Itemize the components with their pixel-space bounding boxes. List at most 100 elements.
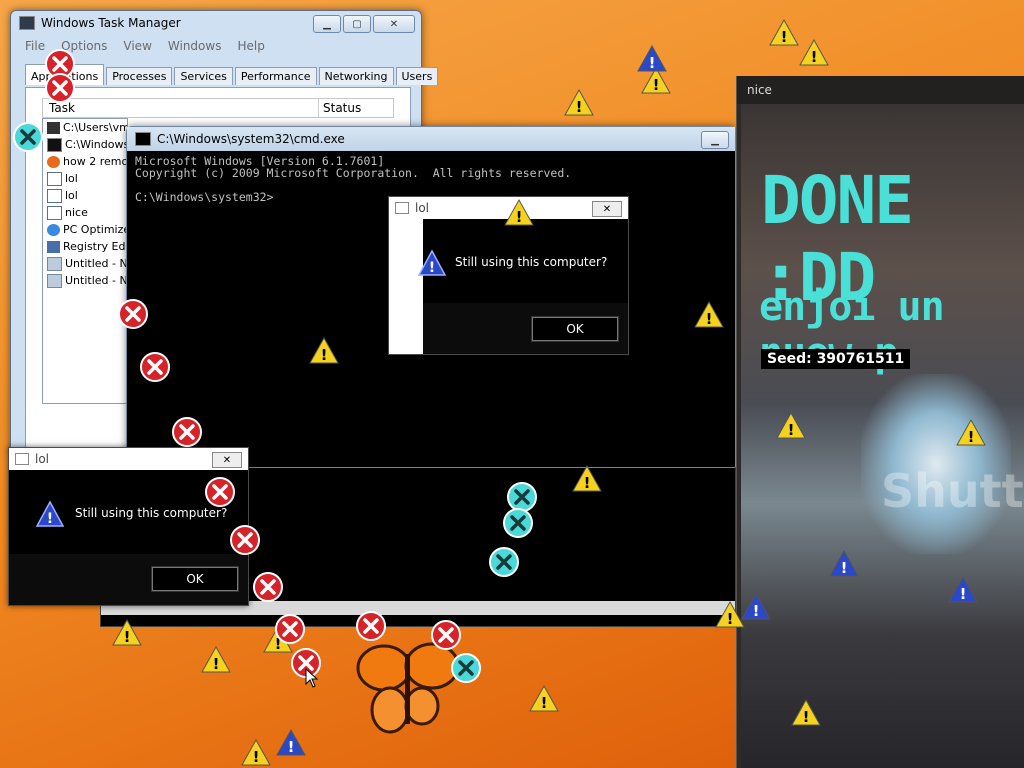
info-icon: !: [741, 592, 771, 620]
list-item-label: nice: [65, 206, 88, 219]
list-item[interactable]: Untitled - No: [43, 272, 127, 289]
ok-button[interactable]: OK: [531, 316, 619, 342]
minimize-button[interactable]: ▁: [701, 131, 729, 149]
nice-titlebar[interactable]: nice: [737, 76, 1024, 104]
list-item[interactable]: lol: [43, 170, 127, 187]
tab-processes[interactable]: Processes: [106, 67, 173, 85]
archive-icon: [47, 121, 60, 134]
task-manager-icon: [19, 16, 35, 30]
list-item-label: C:\Windows\: [65, 138, 128, 151]
warning-icon: !: [769, 18, 799, 46]
seed-label: Seed: 390761511: [761, 349, 911, 369]
list-item[interactable]: lol: [43, 187, 127, 204]
list-item[interactable]: Registry Edit: [43, 238, 127, 255]
warning-icon: !: [956, 418, 986, 446]
list-item-label: lol: [65, 172, 78, 185]
warning-icon: !: [572, 464, 602, 492]
notepad-icon: [47, 273, 62, 288]
tab-performance[interactable]: Performance: [234, 67, 317, 85]
warning-icon: !: [504, 198, 534, 226]
ok-button[interactable]: OK: [151, 566, 239, 592]
svg-text:!: !: [968, 428, 975, 446]
column-task[interactable]: Task: [43, 99, 318, 117]
cmd-icon: [135, 132, 151, 146]
svg-text:!: !: [803, 708, 810, 726]
error-icon: [172, 417, 202, 447]
svg-text:!: !: [253, 748, 260, 766]
warning-icon: !: [776, 411, 806, 439]
maximize-button[interactable]: ▢: [343, 15, 371, 33]
list-item[interactable]: nice: [43, 204, 127, 221]
butterfly-icon: [356, 642, 460, 734]
window-title: C:\Windows\system32\cmd.exe: [157, 132, 345, 146]
window-icon: [47, 205, 62, 220]
error-icon: [118, 299, 148, 329]
svg-text:!: !: [781, 28, 788, 46]
window-title: nice: [747, 83, 772, 97]
notepad-icon: [47, 256, 62, 271]
tab-services[interactable]: Services: [174, 67, 233, 85]
svg-text:!: !: [811, 48, 818, 66]
task-list[interactable]: C:\Users\vm C:\Windows\ how 2 remov lol …: [42, 118, 128, 404]
list-item[interactable]: C:\Users\vm: [43, 119, 127, 136]
error-icon: [205, 477, 235, 507]
task-list-header: Task Status: [42, 98, 394, 118]
tab-networking[interactable]: Networking: [318, 67, 394, 85]
window-icon: [47, 188, 62, 203]
warning-icon: !: [694, 300, 724, 328]
still-using-dialog[interactable]: lol ✕ ! Still using this computer? OK: [8, 447, 249, 606]
warning-icon: !: [241, 738, 271, 766]
error-icon: [356, 611, 386, 641]
svg-text:!: !: [47, 511, 53, 527]
warning-icon: !: [799, 38, 829, 66]
menu-help[interactable]: Help: [237, 39, 264, 53]
list-item-label: Untitled - No: [65, 274, 128, 287]
list-item[interactable]: C:\Windows\: [43, 136, 127, 153]
svg-text:!: !: [541, 694, 548, 712]
error-icon: [275, 614, 305, 644]
warning-icon: !: [564, 88, 594, 116]
menu-windows[interactable]: Windows: [168, 39, 222, 53]
error-icon: [253, 572, 283, 602]
dialog-title: lol: [35, 452, 50, 466]
svg-text:!: !: [576, 98, 583, 116]
dialog-icon: [395, 202, 409, 214]
svg-text:!: !: [649, 54, 656, 72]
svg-text:!: !: [960, 585, 967, 603]
column-status[interactable]: Status: [318, 99, 393, 117]
dialog-side-panel: [389, 219, 423, 354]
close-button[interactable]: ✕: [212, 452, 242, 468]
close-button[interactable]: ✕: [373, 15, 415, 33]
warning-icon: !: [309, 336, 339, 364]
menu-view[interactable]: View: [123, 39, 151, 53]
close-button[interactable]: ✕: [592, 201, 622, 217]
error-icon: [431, 620, 461, 650]
tab-users[interactable]: Users: [395, 67, 439, 85]
cmd-icon: [47, 137, 62, 152]
svg-text:!: !: [516, 208, 523, 226]
list-item-label: Untitled - No: [65, 257, 128, 270]
list-item-label: PC Optimizer: [63, 223, 128, 236]
warning-icon: !: [201, 645, 231, 673]
dialog-message: Still using this computer?: [75, 506, 228, 520]
list-item[interactable]: how 2 remov: [43, 153, 127, 170]
list-item-label: C:\Users\vm: [63, 121, 128, 134]
svg-text:!: !: [213, 655, 220, 673]
error-icon: [45, 73, 75, 103]
minimize-button[interactable]: ▁: [313, 15, 341, 33]
list-item[interactable]: PC Optimizer: [43, 221, 127, 238]
info-icon: !: [417, 249, 447, 276]
info-icon: !: [637, 44, 667, 72]
registry-icon: [47, 240, 60, 253]
warning-icon: !: [791, 698, 821, 726]
mouse-cursor-icon: [305, 668, 319, 688]
list-item-label: lol: [65, 189, 78, 202]
close-icon: [503, 508, 533, 538]
svg-text:!: !: [753, 602, 760, 620]
dialog-message: Still using this computer?: [455, 255, 608, 269]
svg-text:!: !: [124, 628, 131, 646]
menu-file[interactable]: File: [25, 39, 45, 53]
cmd-titlebar[interactable]: C:\Windows\system32\cmd.exe: [127, 127, 735, 151]
svg-text:!: !: [429, 260, 435, 276]
list-item[interactable]: Untitled - No: [43, 255, 127, 272]
